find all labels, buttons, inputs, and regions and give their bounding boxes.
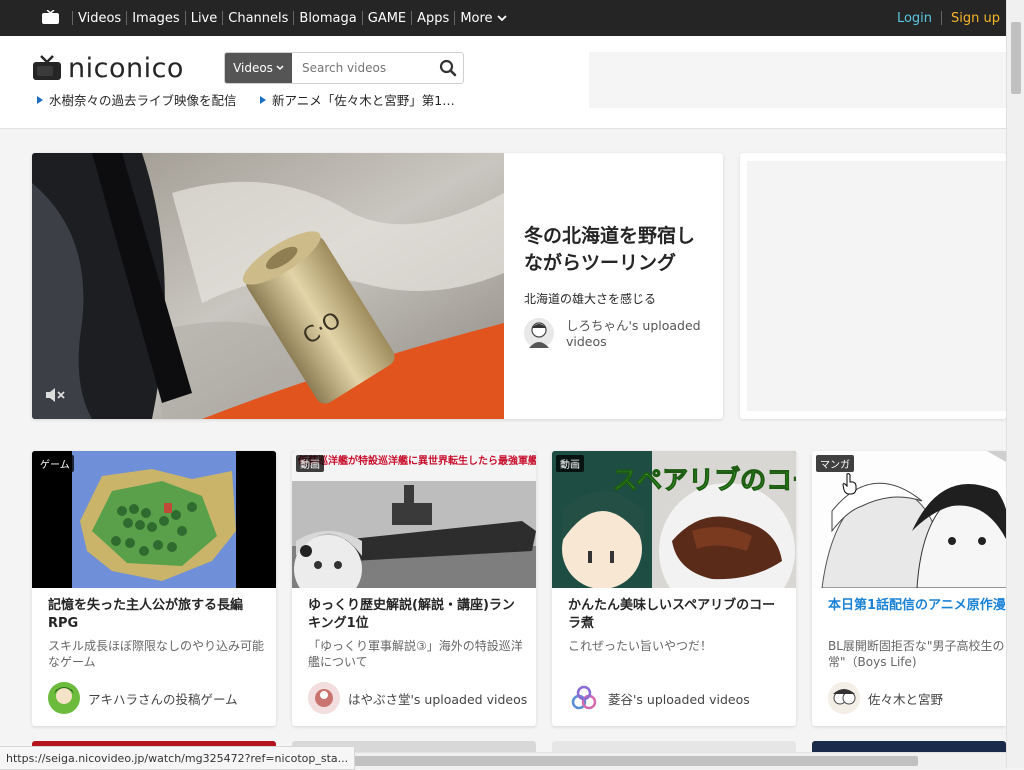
login-link[interactable]: Login — [897, 11, 932, 26]
featured-video-description: 北海道の雄大さを感じる — [524, 292, 657, 306]
card-owner[interactable]: アキハラさんの投稿ゲーム — [48, 682, 238, 714]
content-card[interactable]: スペアリブのコーラ煮！ 動画 かんたん美味しいスペアリブのコーラ煮 これぜったい… — [552, 451, 796, 726]
nav-divider — [454, 11, 456, 25]
niconico-logo[interactable]: niconico — [32, 52, 184, 84]
status-url: https://seiga.nicovideo.jp/watch/mg32547… — [6, 751, 349, 765]
card-owner-name: 佐々木と宮野 — [868, 691, 944, 707]
search-box: Videos — [224, 52, 464, 84]
signup-link[interactable]: Sign up — [951, 11, 1000, 26]
nav-divider — [126, 11, 128, 25]
chevron-down-icon — [496, 15, 507, 22]
featured-video[interactable]: C·O 冬の北海道を野宿しながらツーリング 北海道の雄大さを感じる しろちゃん'… — [32, 153, 723, 419]
card-title[interactable]: 本日第1話配信のアニメ原作漫画！ — [828, 597, 1006, 615]
news-text: 水樹奈々の過去ライブ映像を配信 — [49, 93, 237, 108]
card-thumbnail[interactable]: スペアリブのコーラ煮！ 動画 — [552, 451, 796, 588]
spareribs-thumbnail: スペアリブのコーラ煮！ — [552, 451, 796, 588]
avatar — [48, 682, 80, 714]
niconico-tv-icon[interactable] — [42, 10, 59, 24]
card-owner-name: アキハラさんの投稿ゲーム — [88, 691, 238, 707]
scrollbar-thumb[interactable] — [1011, 22, 1021, 94]
featured-video-info: 冬の北海道を野宿しながらツーリング 北海道の雄大さを感じる しろちゃん's up… — [524, 153, 714, 419]
card-thumbnail[interactable]: 仮装巡洋艦が特設巡洋艦に異世界転生したら最強軍艦になってしまった件 動画 — [292, 451, 536, 588]
search-category-label: Videos — [233, 61, 273, 75]
card-title[interactable]: ゆっくり歴史解説(解説・講座)ランキング1位 — [308, 597, 524, 633]
avatar — [568, 682, 600, 714]
card-title[interactable]: かんたん美味しいスペアリブのコーラ煮 — [568, 597, 784, 633]
nav-images[interactable]: Images — [132, 11, 180, 26]
content-card[interactable]: マンガ 本日第1話配信のアニメ原作漫画！ BL展開断固拒否な"男子高校生の日常"… — [812, 451, 1006, 726]
niconico-tv-icon — [33, 55, 61, 80]
link-status-bar: https://seiga.nicovideo.jp/watch/mg32547… — [0, 746, 356, 770]
header-ad-slot — [589, 52, 1006, 108]
ad-placeholder — [747, 161, 1006, 411]
thumbnail-overlay-text: 仮装巡洋艦が特設巡洋艦に異世界転生したら最強軍艦になってしまった件 — [297, 454, 536, 467]
card-owner[interactable]: はやぶさ堂's uploaded videos — [308, 682, 527, 714]
news-link-1[interactable]: 水樹奈々の過去ライブ映像を配信 — [37, 90, 237, 109]
site-header: niconico Videos 水樹奈々の過去ライブ映像を配信 新アニメ「佐々木… — [0, 36, 1006, 129]
featured-video-title[interactable]: 冬の北海道を野宿しながらツーリング — [524, 223, 709, 277]
avatar — [308, 682, 340, 714]
triangle-right-icon — [260, 95, 266, 104]
nav-channels[interactable]: Channels — [228, 11, 288, 26]
warship-thumbnail: 仮装巡洋艦が特設巡洋艦に異世界転生したら最強軍艦になってしまった件 — [292, 451, 536, 588]
card-owner[interactable]: 菱谷's uploaded videos — [568, 682, 750, 714]
nav-divider — [72, 11, 73, 25]
card-title[interactable]: 記憶を失った主人公が旅する長編RPG — [48, 597, 264, 633]
search-icon — [439, 59, 457, 77]
thumbnail-overlay-text: スペアリブのコーラ煮！ — [612, 465, 796, 496]
nav-more-menu[interactable]: More — [460, 10, 507, 26]
category-badge: 動画 — [556, 455, 584, 472]
search-input[interactable] — [292, 53, 433, 83]
nav-more-label: More — [460, 10, 493, 26]
category-badge: 動画 — [296, 455, 324, 472]
nav-divider — [941, 11, 943, 25]
card-description: BL展開断固拒否な"男子高校生の日常"（Boys Life) — [828, 639, 1006, 669]
account-links: Login Sign up — [897, 0, 1000, 36]
logo-wordmark: niconico — [68, 52, 184, 84]
content-card[interactable]: ゲーム 記憶を失った主人公が旅する長編RPG スキル成長ほぼ際限なしのやり込み可… — [32, 451, 276, 726]
sidebar-ad-slot — [740, 153, 1006, 419]
card-description: 「ゆっくり軍事解説③」海外の特設巡洋艦について — [308, 639, 523, 669]
featured-owner-name: しろちゃん's uploaded videos — [566, 318, 701, 349]
nav-divider — [293, 11, 295, 25]
nav-game[interactable]: GAME — [368, 11, 406, 26]
news-text: 新アニメ「佐々木と宮野」第1… — [272, 93, 455, 108]
card-owner[interactable]: 佐々木と宮野 — [828, 682, 943, 714]
avatar — [828, 682, 860, 714]
featured-thumbnail: C·O — [32, 153, 504, 419]
nav-blomaga[interactable]: Blomaga — [299, 11, 356, 26]
nav-divider — [184, 11, 186, 25]
category-badge: マンガ — [816, 455, 854, 472]
card-description: これぜったい旨いやつだ！ — [568, 639, 713, 653]
nav-live[interactable]: Live — [191, 11, 218, 26]
chevron-down-icon — [276, 65, 284, 71]
triangle-right-icon — [37, 95, 43, 104]
mute-icon[interactable] — [44, 387, 66, 403]
news-link-2[interactable]: 新アニメ「佐々木と宮野」第1… — [260, 90, 455, 109]
vertical-scrollbar[interactable] — [1006, 0, 1024, 768]
card-description: スキル成長ほぼ際限なしのやり込み可能なゲーム — [48, 639, 265, 669]
search-category-select[interactable]: Videos — [225, 53, 292, 83]
nav-divider — [361, 11, 363, 25]
nav-videos[interactable]: Videos — [78, 11, 121, 26]
card-owner-name: 菱谷's uploaded videos — [608, 691, 750, 707]
card-owner-name: はやぶさ堂's uploaded videos — [348, 691, 528, 707]
nav-divider — [222, 11, 224, 25]
featured-video-owner[interactable]: しろちゃん's uploaded videos — [524, 318, 706, 350]
card-thumbnail[interactable]: ゲーム — [32, 451, 276, 588]
category-badge: ゲーム — [36, 455, 74, 472]
avatar — [524, 318, 554, 348]
nav-divider — [411, 11, 413, 25]
global-nav-bar: Videos Images Live Channels Blomaga GAME… — [0, 0, 1006, 36]
hand-cursor-icon — [842, 473, 857, 495]
nav-apps[interactable]: Apps — [417, 11, 449, 26]
global-nav: Videos Images Live Channels Blomaga GAME… — [67, 0, 507, 36]
search-button[interactable] — [433, 53, 463, 83]
card-thumbnail[interactable]: マンガ — [812, 451, 1006, 588]
featured-video-player[interactable]: C·O — [32, 153, 504, 419]
content-card[interactable]: 仮装巡洋艦が特設巡洋艦に異世界転生したら最強軍艦になってしまった件 動画 ゆっく… — [292, 451, 536, 726]
